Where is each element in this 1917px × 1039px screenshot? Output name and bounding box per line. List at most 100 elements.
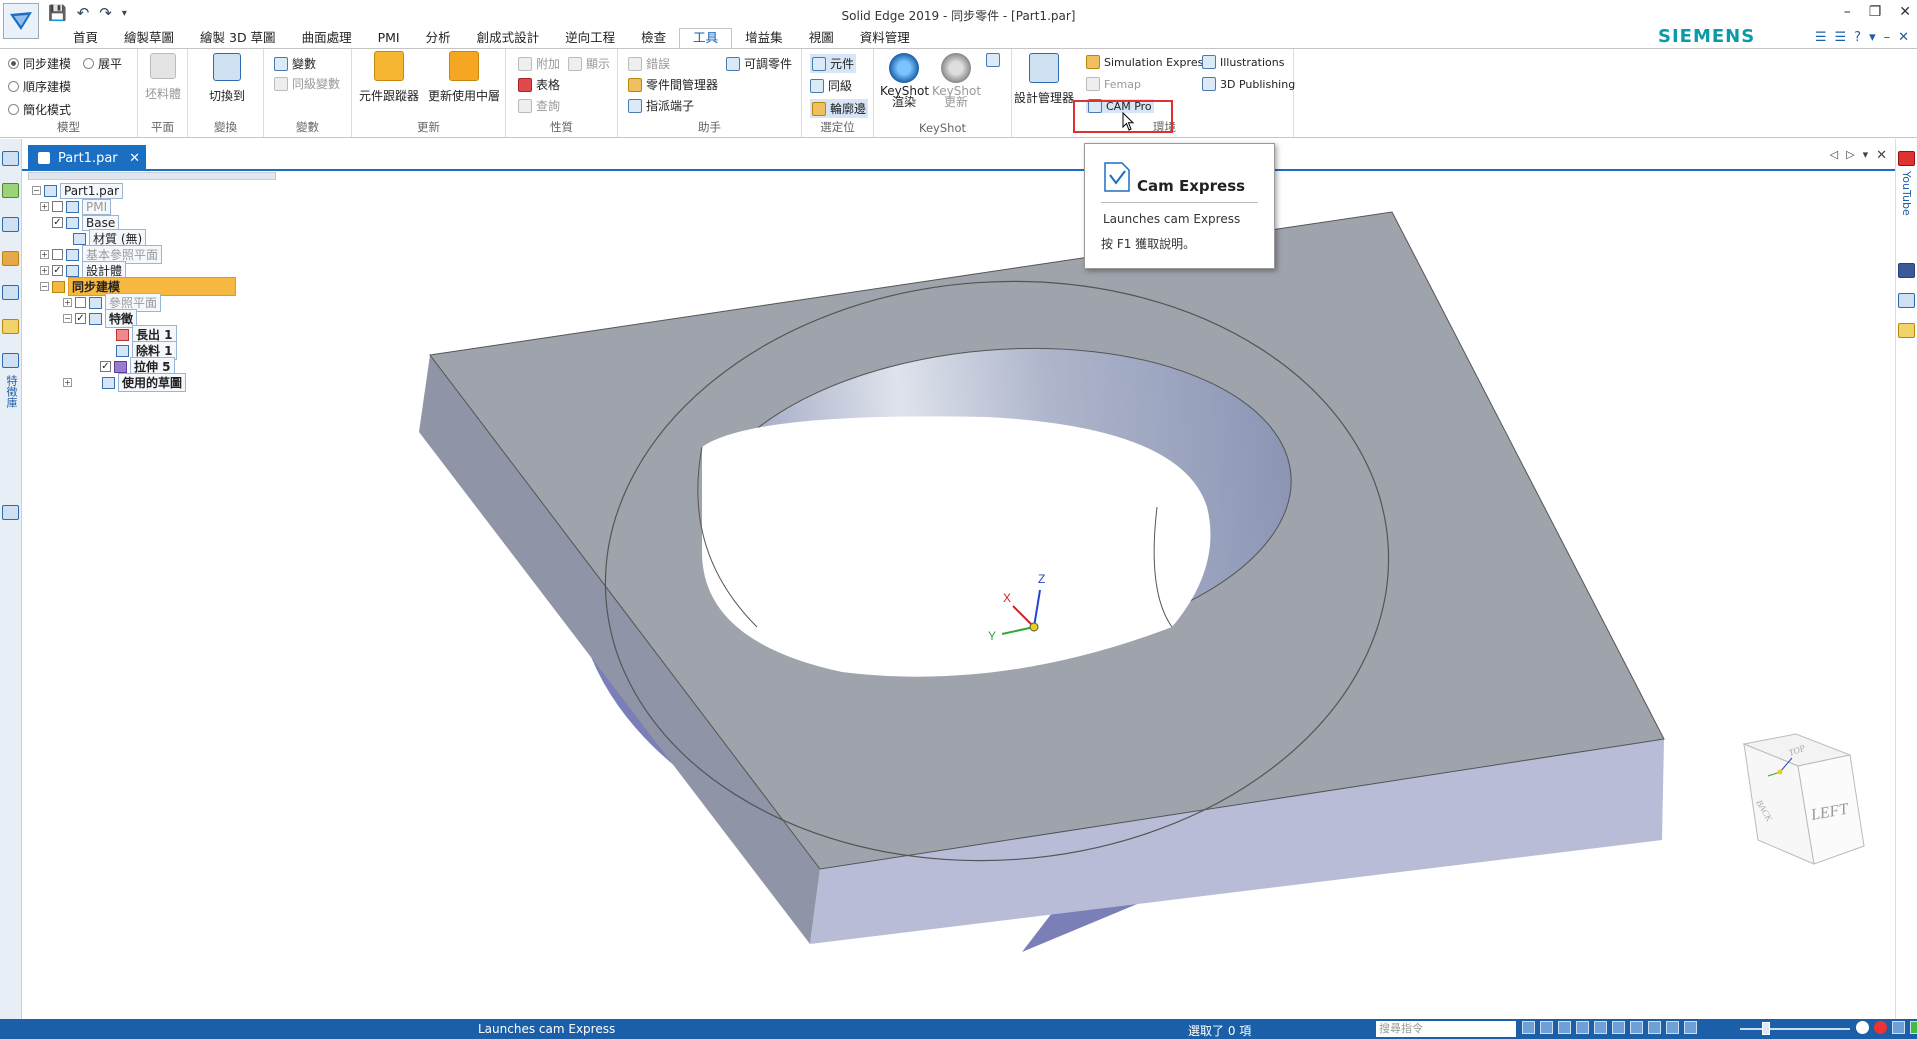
upload-icon[interactable]: [1910, 1021, 1917, 1034]
facebook-icon[interactable]: [1898, 263, 1915, 278]
tab-surfacing[interactable]: 曲面處理: [289, 28, 365, 48]
attach-button[interactable]: 附加: [518, 55, 560, 72]
tab-pmi[interactable]: PMI: [365, 28, 413, 48]
checkbox-on[interactable]: ✓: [100, 361, 111, 372]
tab-data-management[interactable]: 資料管理: [847, 28, 923, 48]
pathfinder-tab-icon[interactable]: [2, 151, 19, 166]
checkbox-off[interactable]: [52, 249, 63, 260]
3d-graphics-window[interactable]: Z Y X LEFT TOP BACK: [22, 172, 1895, 1019]
restore-button[interactable]: ❐: [1869, 4, 1882, 20]
zoom-out-icon[interactable]: [1684, 1021, 1697, 1034]
pathfinder-header-grip[interactable]: [28, 172, 276, 180]
keyshot-render-button[interactable]: KeyShot 渲染: [880, 53, 929, 108]
3d-publishing-button[interactable]: 3D Publishing: [1202, 77, 1295, 91]
checkbox-off[interactable]: [52, 201, 63, 212]
next-tab-icon[interactable]: ▷: [1846, 148, 1854, 163]
component-tracker-button[interactable]: 元件跟蹤器: [356, 51, 422, 104]
tab-home[interactable]: 首頁: [60, 28, 111, 48]
simplified-mode-option[interactable]: 簡化模式: [8, 101, 71, 118]
fit-icon[interactable]: [1576, 1021, 1589, 1034]
feature-library-label[interactable]: 特徵庫: [3, 375, 19, 408]
animation-tab-icon[interactable]: [2, 217, 19, 232]
checkbox-off[interactable]: [75, 297, 86, 308]
zoom-icon[interactable]: [1558, 1021, 1571, 1034]
tab-generative-design[interactable]: 創成式設計: [464, 28, 553, 48]
silhouette-edge-button[interactable]: 輪廓邊: [810, 99, 869, 118]
ordered-modeling-option[interactable]: 順序建模: [8, 78, 71, 95]
arrow-icon[interactable]: [1522, 1021, 1535, 1034]
tree-node-material[interactable]: 材質 (無): [73, 229, 147, 248]
expand-icon[interactable]: +: [40, 266, 49, 275]
command-search-input[interactable]: 搜尋指令: [1376, 1021, 1516, 1037]
close-doc-icon[interactable]: ✕: [1898, 30, 1909, 45]
zoom-slider-knob[interactable]: [1762, 1022, 1770, 1035]
illustrations-button[interactable]: Illustrations: [1202, 55, 1284, 69]
checkbox-on[interactable]: ✓: [52, 265, 63, 276]
close-tab-icon[interactable]: ✕: [129, 151, 140, 166]
feature-library-tab-icon[interactable]: [2, 353, 19, 368]
tree-node-pmi[interactable]: + PMI: [40, 198, 112, 215]
document-tab-part1[interactable]: Part1.par ✕: [28, 145, 146, 171]
tree-node-root[interactable]: − Part1.par: [32, 182, 124, 199]
checkbox-on[interactable]: ✓: [52, 217, 63, 228]
screen-capture-icon[interactable]: [1892, 1021, 1905, 1034]
view-cube[interactable]: LEFT TOP BACK: [1742, 733, 1865, 865]
record-icon[interactable]: [1874, 1021, 1887, 1034]
collapse-icon[interactable]: −: [63, 314, 72, 323]
tree-node-used-sketches[interactable]: + 使用的草圖: [63, 373, 187, 392]
checkbox-on[interactable]: ✓: [75, 313, 86, 324]
assign-terminals-button[interactable]: 指派端子: [628, 97, 694, 114]
tree-node-cutout-1[interactable]: 除料 1: [116, 341, 177, 360]
collapse-icon[interactable]: −: [32, 186, 41, 195]
femap-button[interactable]: Femap: [1086, 77, 1141, 91]
switch-to-button[interactable]: 切換到: [202, 53, 252, 104]
tree-node-base[interactable]: ✓ Base: [40, 214, 120, 231]
expand-icon[interactable]: +: [63, 298, 72, 307]
minimize-ribbon-icon[interactable]: –: [1884, 30, 1891, 45]
tab-tools[interactable]: 工具: [679, 28, 733, 48]
tab-list-icon[interactable]: ▾: [1863, 148, 1869, 163]
adjustable-part-button[interactable]: 可調零件: [726, 55, 792, 72]
zoom-slider-track[interactable]: [1740, 1028, 1850, 1030]
help-menu-icon[interactable]: ▾: [1869, 30, 1876, 45]
keyshot-update-button[interactable]: KeyShot 更新: [932, 53, 981, 108]
zoom-in-icon[interactable]: [1856, 1021, 1869, 1034]
help-icon[interactable]: ?: [1854, 30, 1861, 45]
peer-select-button[interactable]: 同級: [810, 77, 852, 94]
shading-icon[interactable]: [1666, 1021, 1679, 1034]
rotate-icon[interactable]: [1612, 1021, 1625, 1034]
tab-3d-sketch[interactable]: 繪製 3D 草圖: [187, 28, 289, 48]
table-button[interactable]: 表格: [518, 76, 560, 93]
news-icon[interactable]: [1898, 293, 1915, 308]
tab-add-ins[interactable]: 增益集: [732, 28, 796, 48]
design-manager-button[interactable]: 設計管理器: [1012, 53, 1076, 106]
color-tab-icon[interactable]: [2, 251, 19, 266]
query-button[interactable]: 查詢: [518, 97, 560, 114]
tab-sketch[interactable]: 繪製草圖: [111, 28, 187, 48]
prev-tab-icon[interactable]: ◁: [1830, 148, 1838, 163]
tree-node-protrusion-1[interactable]: 長出 1: [116, 325, 177, 344]
tips-icon[interactable]: [1898, 323, 1915, 338]
tree-node-design-body[interactable]: + ✓ 設計體: [40, 261, 127, 280]
expand-icon[interactable]: +: [40, 250, 49, 259]
tree-node-features[interactable]: − ✓ 特徵: [63, 309, 138, 328]
tab-view[interactable]: 視圖: [796, 28, 847, 48]
display-style-icon[interactable]: [1648, 1021, 1661, 1034]
close-all-icon[interactable]: ✕: [1876, 148, 1887, 163]
expand-icon[interactable]: +: [40, 202, 49, 211]
view-orient-icon[interactable]: [1630, 1021, 1643, 1034]
update-active-level-button[interactable]: 更新使用中層: [426, 51, 502, 104]
layout-icon[interactable]: ☰: [1815, 30, 1827, 45]
tab-analysis[interactable]: 分析: [413, 28, 464, 48]
keyshot-settings-button[interactable]: [986, 53, 1000, 67]
library-tab-icon[interactable]: [2, 285, 19, 300]
teamcenter-tab-icon[interactable]: [2, 505, 19, 520]
layers-tab-icon[interactable]: [2, 183, 19, 198]
tree-node-ref-plane[interactable]: + 參照平面: [63, 293, 162, 312]
sync-modeling-option[interactable]: 同步建模: [8, 55, 71, 72]
youtube-icon[interactable]: [1898, 151, 1915, 166]
inter-part-manager-button[interactable]: 零件間管理器: [628, 76, 718, 93]
tab-reverse-engineering[interactable]: 逆向工程: [552, 28, 628, 48]
errors-button[interactable]: 錯誤: [628, 55, 670, 72]
peer-variables-button[interactable]: 同級變數: [274, 75, 340, 92]
